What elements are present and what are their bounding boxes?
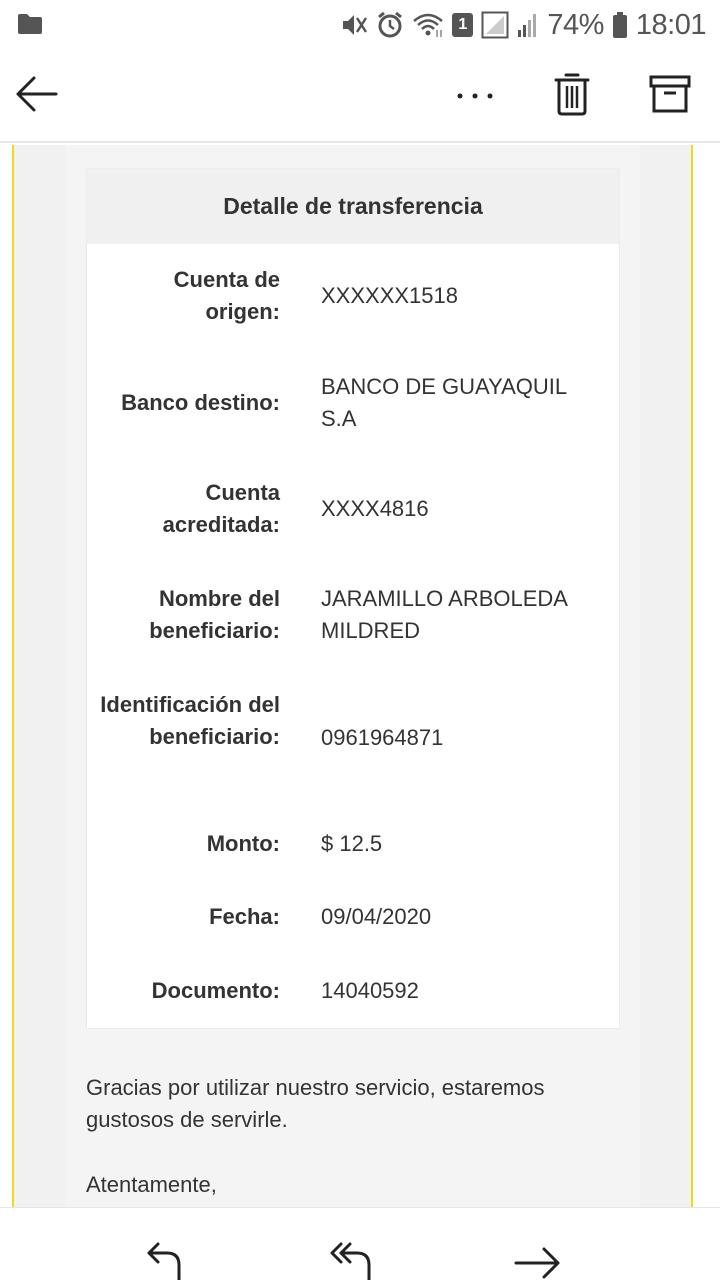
row-value: $ 12.5 — [321, 831, 383, 856]
clock: 18:01 — [635, 8, 707, 41]
email-body[interactable]: Detalle de transferencia Cuenta de orige… — [0, 145, 720, 1207]
reply-icon — [145, 1238, 185, 1280]
back-button[interactable] — [8, 50, 64, 143]
email-card: Detalle de transferencia Cuenta de orige… — [66, 145, 640, 1207]
signal-empty-icon — [481, 11, 509, 39]
row-label: Fecha: — [209, 904, 280, 929]
row-label: Cuenta de origen: — [173, 267, 280, 324]
reply-button[interactable] — [135, 1238, 195, 1280]
folder-icon — [17, 13, 43, 40]
reply-all-icon — [329, 1238, 375, 1280]
battery-percent: 74% — [547, 8, 604, 41]
bottom-action-bar — [0, 1207, 720, 1280]
row-label: Documento: — [151, 978, 280, 1003]
more-options-button[interactable] — [447, 50, 503, 143]
email-border-right — [691, 145, 693, 1207]
email-margin-right — [640, 145, 691, 1207]
delete-button[interactable] — [544, 50, 600, 143]
trash-icon — [554, 72, 590, 121]
forward-button[interactable] — [508, 1238, 568, 1280]
mute-vibrate-icon — [340, 12, 368, 38]
row-value: BANCO DE GUAYAQUIL S.A — [321, 374, 567, 431]
row-label: Monto: — [206, 831, 280, 856]
more-dots-icon — [455, 88, 495, 106]
table-title: Detalle de transferencia — [87, 169, 619, 244]
reply-all-button[interactable] — [322, 1238, 382, 1280]
email-toolbar — [0, 50, 720, 143]
wifi-icon — [412, 12, 444, 38]
signal-icon — [517, 12, 539, 38]
row-value: JARAMILLO ARBOLEDA MILDRED — [321, 586, 567, 643]
archive-button[interactable] — [642, 50, 698, 143]
thanks-message: Gracias por utilizar nuestro servicio, e… — [86, 1075, 545, 1132]
row-label: Cuenta acreditada: — [162, 480, 280, 537]
back-arrow-icon — [14, 74, 58, 119]
archive-icon — [649, 74, 691, 119]
row-value: 0961964871 — [321, 725, 444, 750]
forward-icon — [513, 1238, 563, 1280]
row-value: XXXXXX1518 — [321, 283, 458, 308]
email-margin-left — [14, 145, 66, 1207]
sim-badge-icon: 1 — [452, 13, 474, 37]
row-label: Banco destino: — [121, 390, 280, 415]
status-bar: 1 74% 18:01 — [0, 0, 720, 50]
row-value: XXXX4816 — [321, 496, 429, 521]
row-value: 09/04/2020 — [321, 904, 432, 929]
row-label: Nombre del beneficiario: — [149, 586, 280, 643]
transfer-details-table: Detalle de transferencia Cuenta de orige… — [86, 168, 620, 1029]
row-value: 14040592 — [321, 978, 419, 1003]
battery-icon — [612, 11, 628, 39]
row-label: Identificación del beneficiario: — [100, 692, 280, 749]
alarm-icon — [376, 11, 404, 39]
closing-text: Atentamente, — [86, 1172, 217, 1197]
